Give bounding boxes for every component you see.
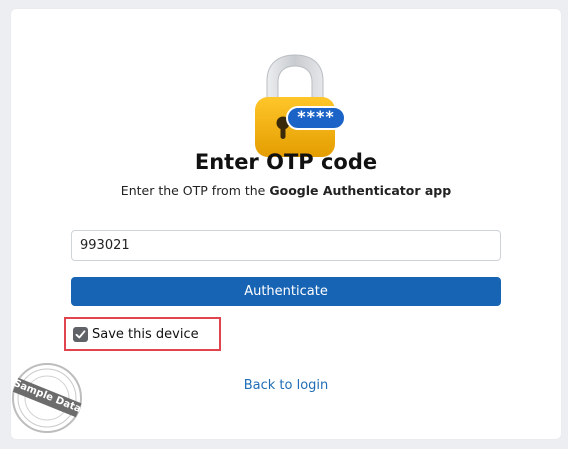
authenticate-button[interactable]: Authenticate [71, 277, 501, 306]
save-device-label[interactable]: Save this device [92, 327, 199, 342]
checkmark-icon [75, 329, 86, 338]
back-to-login-link[interactable]: Back to login [11, 378, 561, 393]
authenticator-app-name: Google Authenticator app [269, 183, 452, 198]
save-device-highlight: Save this device [64, 317, 221, 351]
otp-input[interactable] [71, 230, 501, 261]
page-title: Enter OTP code [194, 150, 378, 174]
otp-card: **** Enter OTP code Enter the OTP from t… [11, 9, 561, 439]
subtitle-text: Enter the OTP from the [120, 183, 270, 198]
masked-badge-text: **** [297, 107, 335, 126]
page-subtitle: Enter the OTP from the Google Authentica… [11, 183, 561, 198]
save-device-checkbox[interactable] [73, 326, 88, 342]
